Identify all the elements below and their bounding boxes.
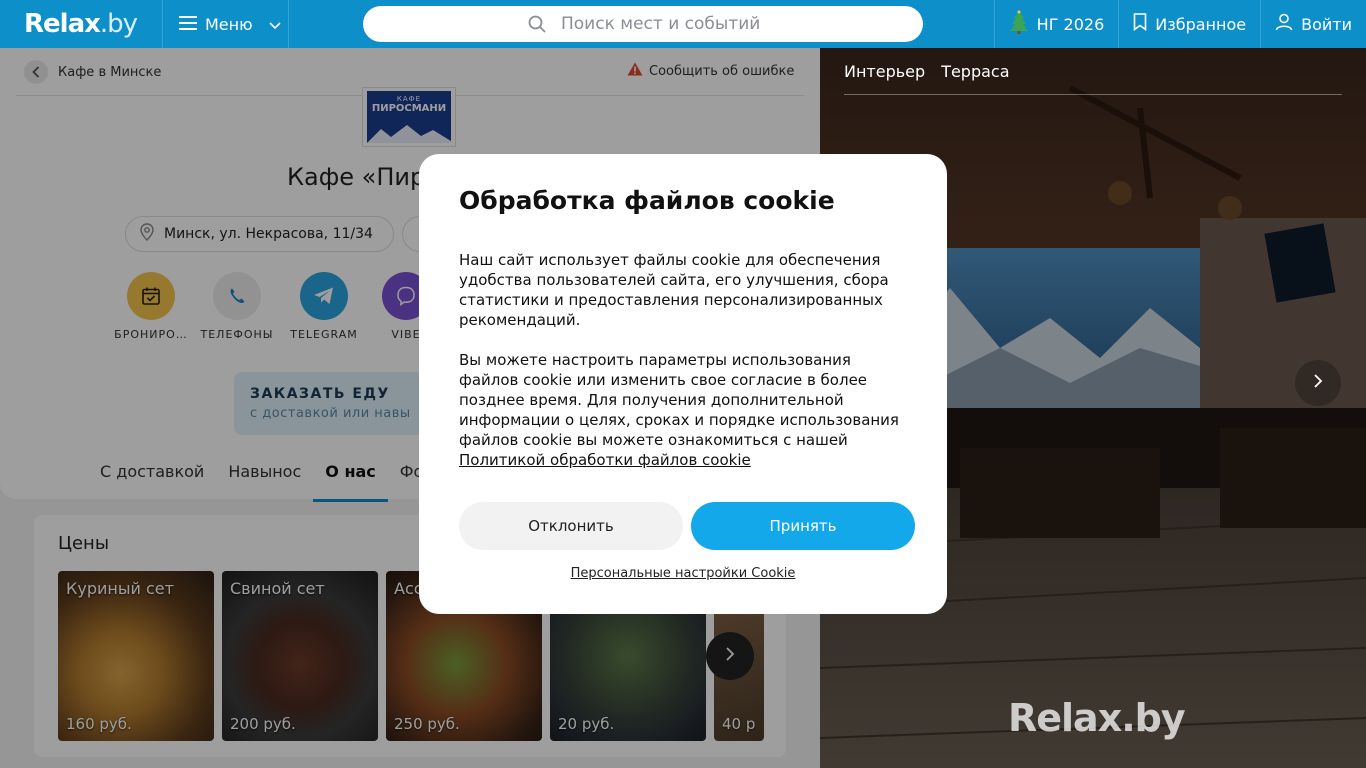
hamburger-icon [179,15,197,34]
gallery-tab-interior[interactable]: Интерьер [844,62,925,81]
chevron-right-icon [1313,373,1323,393]
decline-button[interactable]: Отклонить [459,502,683,550]
personal-cookie-settings-link[interactable]: Персональные настройки Cookie [419,566,947,581]
cookie-button-row: Отклонить Принять [459,502,915,550]
menu-button[interactable]: Меню [163,0,289,48]
login-link[interactable]: Войти [1260,0,1366,48]
site-logo[interactable]: Relax .by [0,0,163,48]
favorites-link[interactable]: Избранное [1118,0,1260,48]
gallery-tab-terrace[interactable]: Терраса [941,62,1009,81]
cookie-consent-dialog: Обработка файлов cookie Наш сайт использ… [419,154,947,614]
cookie-dialog-title: Обработка файлов cookie [459,186,835,215]
menu-label: Меню [205,14,253,34]
cookie-dialog-body: Наш сайт использует файлы cookie для обе… [459,250,907,470]
header-right-nav: НГ 2026 Избранное Войти [993,0,1366,48]
new-year-link[interactable]: НГ 2026 [993,0,1119,48]
search-placeholder: Поиск мест и событий [561,14,761,34]
cookie-paragraph-1: Наш сайт использует файлы cookie для обе… [459,251,889,329]
cookie-paragraph-2: Вы можете настроить параметры использова… [459,350,907,470]
user-icon [1275,13,1293,35]
christmas-tree-icon [1009,10,1029,38]
new-year-label: НГ 2026 [1036,14,1105,34]
logo-text: Relax [24,9,101,39]
gallery-divider [844,94,1342,95]
chevron-down-icon [269,15,281,34]
search-icon [528,15,546,38]
cookie-paragraph-2-text: Вы можете настроить параметры использова… [459,351,899,449]
search-input[interactable]: Поиск мест и событий [363,6,923,42]
gallery-tabs: Интерьер Терраса [844,62,1010,81]
favorites-label: Избранное [1155,14,1247,34]
top-header: Relax .by Меню Поиск мест и событий НГ 20… [0,0,1366,48]
gallery-next-button[interactable] [1295,360,1341,406]
gallery-watermark: Relax.by [1008,696,1186,740]
bookmark-icon [1133,13,1147,35]
accept-button[interactable]: Принять [691,502,915,550]
logo-suffix: .by [99,9,138,39]
cookie-policy-link[interactable]: Политикой обработки файлов cookie [459,451,751,469]
login-label: Войти [1301,14,1352,34]
